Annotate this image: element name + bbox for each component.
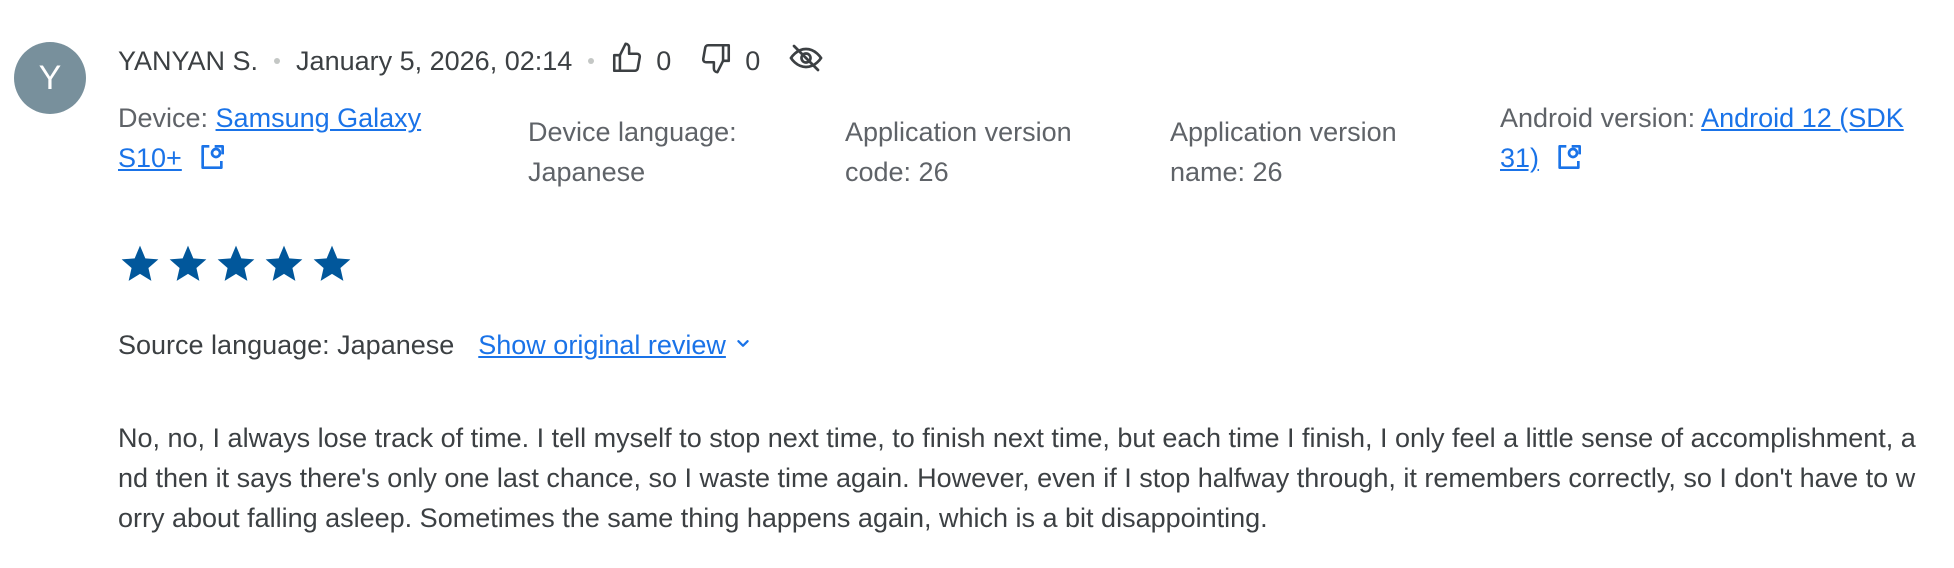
separator-dot <box>588 58 595 64</box>
show-original-review-link[interactable]: Show original review <box>478 330 754 361</box>
separator-dot <box>274 58 281 64</box>
device-label: Device: <box>118 103 216 133</box>
star-rating <box>118 242 354 291</box>
device-language-value: Japanese <box>528 157 646 187</box>
thumbs-down-count: 0 <box>745 45 761 76</box>
thumbs-up-count: 0 <box>656 45 672 76</box>
android-version-label: Android version: <box>1500 103 1702 133</box>
app-version-code-info: Application version code: 26 <box>845 117 1072 187</box>
source-language: Source language: Japanese <box>118 330 455 360</box>
thumbs-up-button[interactable]: 0 <box>610 41 671 82</box>
star-icon <box>262 242 306 291</box>
review-header: YANYAN S. January 5, 2026, 02:14 0 0 <box>118 38 824 84</box>
open-in-new-icon[interactable] <box>1553 141 1585 184</box>
hide-review-button[interactable] <box>788 40 824 83</box>
star-icon <box>310 242 354 291</box>
android-version-info: Android version: Android 12 (SDK 31) <box>1500 98 1940 184</box>
author-name: YANYAN S. <box>118 45 259 76</box>
thumbs-down-icon <box>699 41 733 82</box>
star-icon <box>118 242 162 291</box>
thumbs-down-button[interactable]: 0 <box>699 41 760 82</box>
star-icon <box>214 242 258 291</box>
avatar: Y <box>14 42 86 114</box>
translation-row: Source language: Japanese Show original … <box>118 330 754 361</box>
star-icon <box>166 242 210 291</box>
device-info: Device: Samsung Galaxy S10+ <box>118 98 458 184</box>
thumbs-up-icon <box>610 41 644 82</box>
review-text: No, no, I always lose track of time. I t… <box>118 423 1916 533</box>
open-in-new-icon[interactable] <box>196 141 228 184</box>
review-date: January 5, 2026, 02:14 <box>296 45 573 76</box>
device-language-info: Device language: Japanese <box>528 112 768 192</box>
device-language-label: Device language: <box>528 117 737 147</box>
visibility-off-icon <box>788 40 824 83</box>
app-version-name-info: Application version name: 26 <box>1170 117 1397 187</box>
show-original-label: Show original review <box>478 330 726 360</box>
chevron-down-icon <box>726 330 754 361</box>
